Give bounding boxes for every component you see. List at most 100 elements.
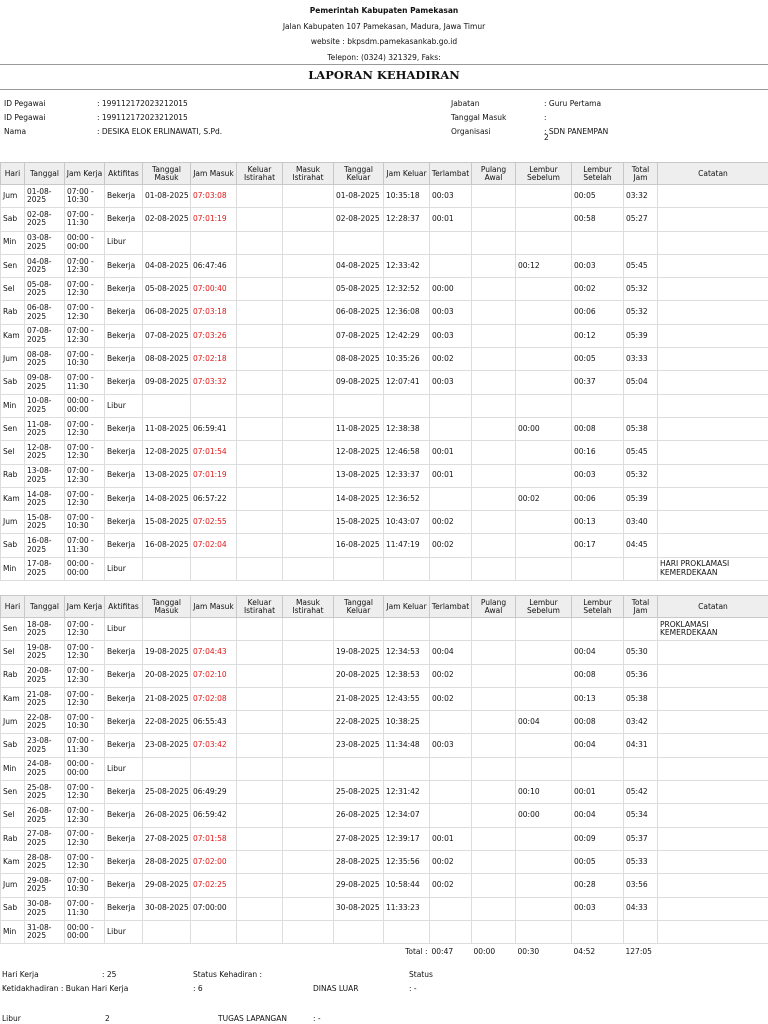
cell-work-hours: 07:00 - 12:30 (64, 486, 105, 512)
cell-date-out (333, 756, 384, 782)
cell-early-leave (471, 896, 516, 921)
cell-break-out (236, 756, 283, 782)
cell-notes (657, 733, 768, 758)
cell-late (429, 710, 472, 735)
table-row: Sen 18-08-2025 07:00 - 12:30 Libur PROKLAMAS… (0, 616, 768, 642)
cell-time-out: 12:34:07 (383, 803, 430, 828)
cell-early-leave (471, 780, 516, 805)
cell-break-in (282, 440, 334, 465)
cell-break-in (282, 710, 334, 735)
column-header-day: Hari (0, 595, 25, 618)
cell-date-in: 15-08-2025 (142, 510, 191, 535)
info-label: Nama (4, 127, 27, 136)
cell-activity: Bekerja (104, 896, 143, 921)
cell-time-out (383, 393, 430, 418)
cell-early-leave (471, 300, 516, 325)
cell-early-leave (471, 416, 516, 442)
column-header-notes: Catatan (657, 162, 768, 185)
cell-break-in (282, 253, 334, 279)
cell-time-out (383, 556, 430, 582)
cell-early-leave (471, 183, 516, 209)
cell-break-out (236, 230, 283, 255)
cell-time-out: 12:42:29 (383, 323, 430, 349)
cell-date-in: 13-08-2025 (142, 463, 191, 488)
cell-date-in: 06-08-2025 (142, 300, 191, 325)
table-row: Jum 15-08-2025 07:00 - 10:30 Bekerja 15-08-2… (0, 510, 768, 535)
cell-overtime-before (515, 826, 572, 851)
cell-work-hours: 07:00 - 12:30 (64, 277, 105, 302)
cell-date: 14-08-2025 (24, 486, 65, 512)
cell-overtime-before (515, 393, 572, 418)
cell-work-hours: 07:00 - 12:30 (64, 300, 105, 325)
cell-notes (657, 277, 768, 302)
cell-overtime-before (515, 756, 572, 782)
cell-time-in: 07:03:26 (190, 323, 237, 349)
cell-overtime-before (515, 686, 572, 712)
cell-time-in: 07:02:25 (190, 873, 237, 898)
cell-date-in: 23-08-2025 (142, 733, 191, 758)
column-header-date: Tanggal (24, 162, 65, 185)
cell-activity: Bekerja (104, 533, 143, 558)
info-value: : 199112172023212015 (97, 113, 188, 122)
table-row: Min 17-08-2025 00:00 - 00:00 Libur HARI PROK… (0, 556, 768, 582)
cell-time-out: 12:28:37 (383, 207, 430, 232)
cell-overtime-before: 00:00 (515, 803, 572, 828)
cell-overtime-after: 00:06 (571, 486, 624, 512)
cell-break-in (282, 803, 334, 828)
cell-break-out (236, 686, 283, 712)
cell-early-leave (471, 710, 516, 735)
info-row: ID Pegawai: 199112172023212015 (4, 97, 404, 111)
cell-time-out: 12:33:42 (383, 253, 430, 279)
cell-total-hours (623, 230, 658, 255)
cell-work-hours: 07:00 - 12:30 (64, 686, 105, 712)
cell-date-in: 29-08-2025 (142, 873, 191, 898)
cell-break-out (236, 416, 283, 442)
cell-activity: Bekerja (104, 686, 143, 712)
cell-total-hours: 05:32 (623, 277, 658, 302)
info-label: ID Pegawai (4, 99, 46, 108)
cell-break-in (282, 393, 334, 418)
cell-overtime-after: 00:01 (571, 780, 624, 805)
cell-overtime-before (515, 277, 572, 302)
cell-time-in: 06:57:22 (190, 486, 237, 512)
summary-status-label: Status (409, 970, 433, 979)
cell-date-in (142, 230, 191, 255)
cell-time-in: 07:01:58 (190, 826, 237, 851)
cell-early-leave (471, 756, 516, 782)
table-row: Sen 04-08-2025 07:00 - 12:30 Bekerja 04-08-2… (0, 253, 768, 279)
cell-notes (657, 640, 768, 665)
info-row: Nama: DESIKA ELOK ERLINAWATI, S.Pd. (4, 125, 404, 139)
cell-early-leave (471, 873, 516, 898)
cell-date-in: 28-08-2025 (142, 849, 191, 875)
cell-notes (657, 393, 768, 418)
cell-activity: Bekerja (104, 253, 143, 279)
cell-break-out (236, 873, 283, 898)
cell-late: 00:01 (429, 463, 472, 488)
cell-day: Kam (0, 686, 25, 712)
summary-dinas-luar-label: DINAS LUAR (313, 984, 359, 993)
cell-date: 03-08-2025 (24, 230, 65, 255)
cell-overtime-before: 00:12 (515, 253, 572, 279)
table-row: Jum 01-08-2025 07:00 - 10:30 Bekerja 01-08-2… (0, 183, 768, 209)
column-header-overtime-before: Lembur Sebelum (515, 162, 572, 185)
cell-time-out: 12:35:56 (383, 849, 430, 875)
cell-time-out: 12:07:41 (383, 370, 430, 395)
cell-date-in: 20-08-2025 (142, 663, 191, 688)
cell-late: 00:01 (429, 826, 472, 851)
cell-break-in (282, 896, 334, 921)
cell-early-leave (471, 640, 516, 665)
cell-early-leave (471, 370, 516, 395)
cell-late: 00:02 (429, 849, 472, 875)
table-row: Sen 25-08-2025 07:00 - 12:30 Bekerja 25-08-2… (0, 780, 768, 805)
agency-name: Pemerintah Kabupaten Pamekasan (309, 6, 459, 15)
cell-overtime-before (515, 323, 572, 349)
summary-tugas-lapangan-label: TUGAS LAPANGAN (218, 1014, 287, 1023)
cell-notes (657, 323, 768, 349)
cell-time-out: 10:43:07 (383, 510, 430, 535)
cell-notes (657, 896, 768, 921)
cell-activity: Bekerja (104, 486, 143, 512)
cell-total-hours: 04:31 (623, 733, 658, 758)
cell-activity: Libur (104, 556, 143, 582)
cell-activity: Bekerja (104, 640, 143, 665)
cell-overtime-before (515, 300, 572, 325)
